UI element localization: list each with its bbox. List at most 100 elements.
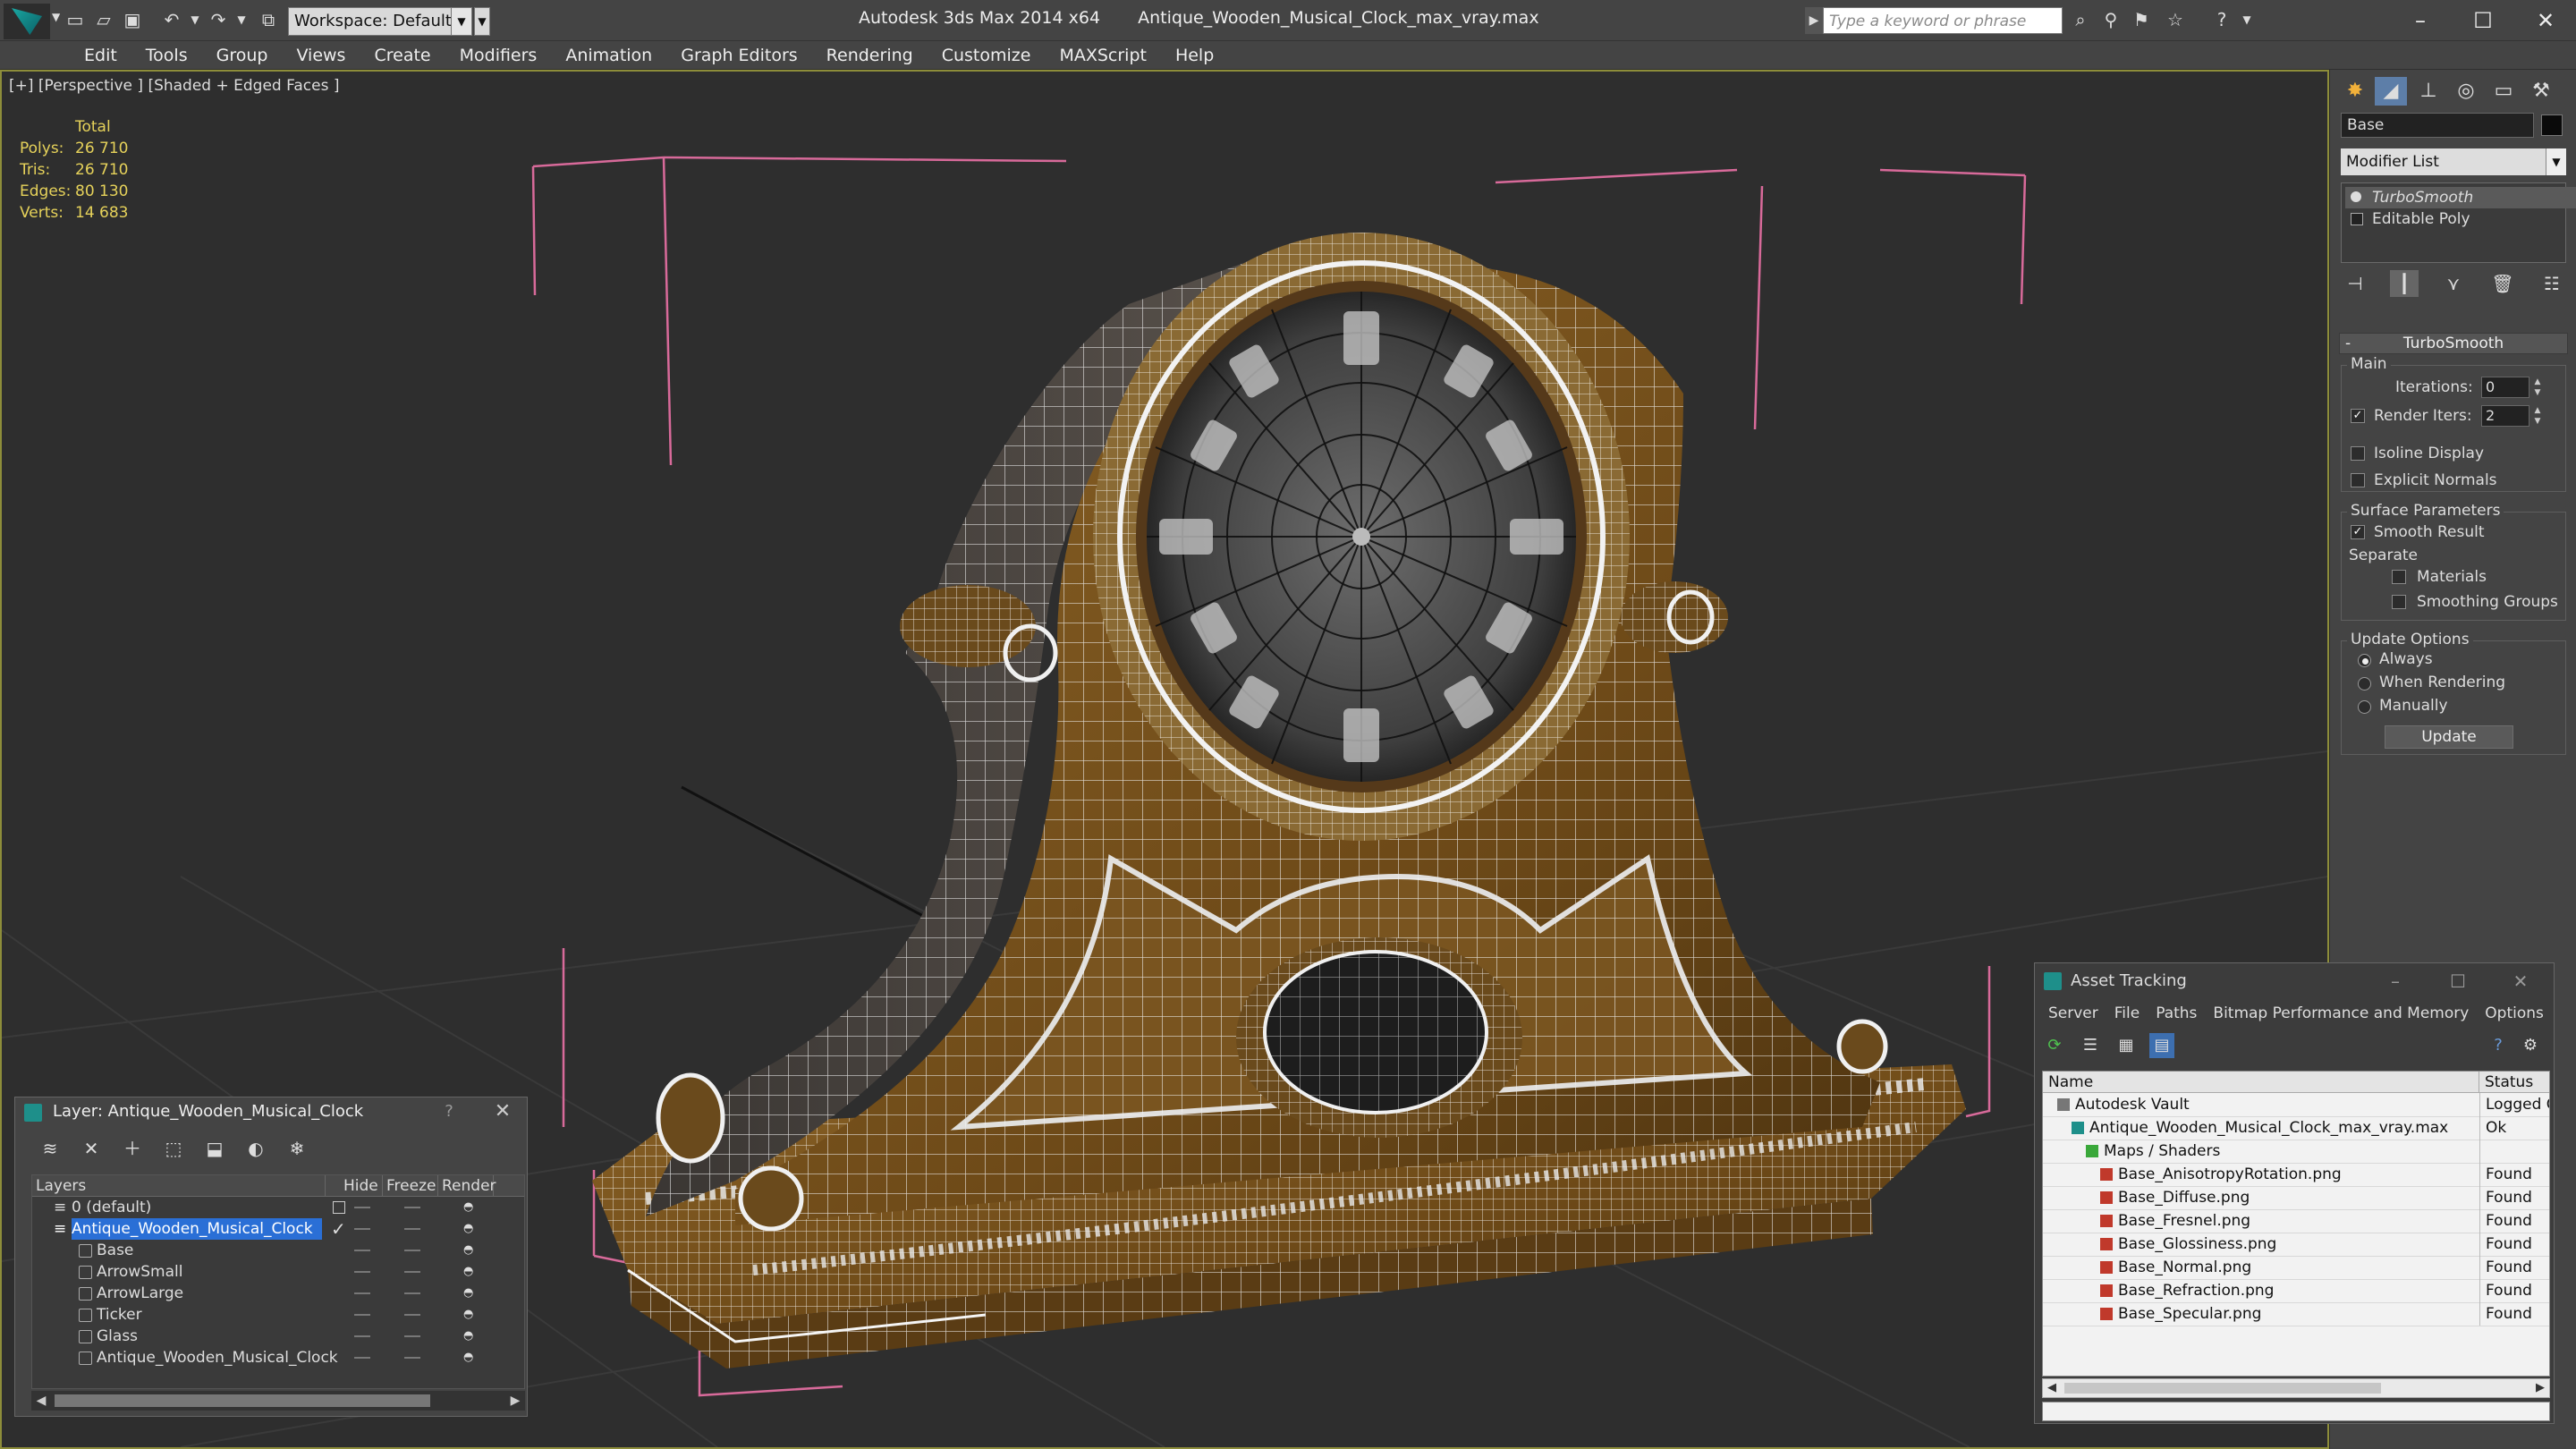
scrollbar-thumb[interactable] (2064, 1383, 2381, 1394)
column-hide[interactable]: Hide (340, 1175, 383, 1197)
menu-tools[interactable]: Tools (131, 41, 202, 69)
workspace-dropdown[interactable]: Workspace: Default ▼ (288, 7, 472, 36)
object-name-field[interactable]: Base (2341, 113, 2534, 138)
horizontal-scrollbar[interactable]: ◀ ▶ (2042, 1378, 2550, 1398)
new-file-icon[interactable]: ▭ (64, 9, 86, 30)
turbosmooth-rollout-header[interactable]: - TurboSmooth (2339, 333, 2568, 354)
menu-maxscript[interactable]: MAXScript (1045, 41, 1161, 69)
menu-edit[interactable]: Edit (70, 41, 131, 69)
minimize-icon[interactable]: – (2394, 4, 2447, 38)
motion-tab-icon[interactable]: ◎ (2450, 77, 2482, 106)
smooth-result-checkbox[interactable]: ✓ (2351, 525, 2365, 539)
binoculars-icon[interactable]: ⌕ (2070, 9, 2091, 30)
hide-toggle[interactable] (354, 1292, 370, 1294)
scroll-right-icon[interactable]: ▶ (2531, 1379, 2549, 1397)
freeze-toggle[interactable] (404, 1335, 420, 1337)
asset-row[interactable]: Base_Refraction.png Found (2043, 1279, 2549, 1303)
list-view-icon[interactable]: ☰ (2078, 1033, 2103, 1058)
object-row[interactable]: ArrowLarge ◓ (32, 1283, 524, 1304)
delete-layer-icon[interactable]: ✕ (74, 1135, 108, 1162)
spinner-arrows-icon[interactable]: ▲ ▼ (2531, 377, 2544, 398)
minimize-icon[interactable]: – (2364, 963, 2427, 999)
asset-row[interactable]: Base_Glossiness.png Found (2043, 1233, 2549, 1257)
modifier-list-dropdown[interactable]: Modifier List ▼ (2341, 148, 2566, 175)
column-status[interactable]: Status (2479, 1072, 2549, 1093)
expand-plus-icon[interactable] (2351, 213, 2363, 225)
render-iters-checkbox[interactable]: ✓ (2351, 409, 2365, 423)
maximize-icon[interactable]: ☐ (2456, 4, 2510, 38)
freeze-toggle[interactable] (404, 1357, 420, 1359)
hide-all-layers-icon[interactable]: ◐ (239, 1135, 273, 1162)
explicit-normals-checkbox[interactable] (2351, 473, 2365, 487)
menu-file[interactable]: File (2106, 999, 2148, 1028)
hide-toggle[interactable] (354, 1357, 370, 1359)
scroll-left-icon[interactable]: ◀ (31, 1391, 51, 1411)
highlight-layer-icon[interactable]: ⬓ (198, 1135, 232, 1162)
object-row[interactable]: ArrowSmall ◓ (32, 1261, 524, 1283)
hide-toggle[interactable] (354, 1228, 370, 1230)
column-layers[interactable]: Layers (32, 1175, 326, 1197)
menu-options[interactable]: Options (2477, 999, 2552, 1028)
asset-row[interactable]: Base_AnisotropyRotation.png Found (2043, 1163, 2549, 1187)
asset-row[interactable]: Base_Diffuse.png Found (2043, 1186, 2549, 1210)
scroll-right-icon[interactable]: ▶ (505, 1391, 525, 1411)
close-icon[interactable]: ✕ (2519, 4, 2572, 38)
render-teapot-icon[interactable]: ◓ (463, 1287, 478, 1300)
asset-row[interactable]: Antique_Wooden_Musical_Clock_max_vray.ma… (2043, 1116, 2549, 1140)
scroll-left-icon[interactable]: ◀ (2043, 1379, 2061, 1397)
always-radio[interactable] (2358, 654, 2371, 667)
display-tab-icon[interactable]: ▭ (2487, 77, 2520, 106)
horizontal-scrollbar[interactable]: ◀ ▶ (31, 1391, 525, 1411)
asset-row[interactable]: Base_Specular.png Found (2043, 1302, 2549, 1326)
render-teapot-icon[interactable]: ◓ (463, 1266, 478, 1278)
undo-icon[interactable]: ↶ (161, 9, 182, 30)
menu-animation[interactable]: Animation (551, 41, 666, 69)
help-button[interactable]: ? (427, 1097, 471, 1126)
menu-customize[interactable]: Customize (928, 41, 1046, 69)
freeze-toggle[interactable] (404, 1314, 420, 1316)
viewport-label[interactable]: [+] [Perspective ] [Shaded + Edged Faces… (9, 77, 339, 95)
menu-graph-editors[interactable]: Graph Editors (666, 41, 811, 69)
communication-center-icon[interactable]: ⚑ (2131, 9, 2152, 30)
when-rendering-radio[interactable] (2358, 677, 2371, 691)
refresh-icon[interactable]: ⟳ (2042, 1033, 2067, 1058)
freeze-toggle[interactable] (404, 1292, 420, 1294)
menu-group[interactable]: Group (202, 41, 283, 69)
app-menu-arrow-icon[interactable]: ▼ (52, 11, 60, 23)
app-logo-icon[interactable] (4, 4, 50, 39)
column-render[interactable]: Render (438, 1175, 496, 1197)
show-end-result-icon[interactable]: ┃ (2390, 270, 2419, 297)
help-icon[interactable]: ? (2211, 9, 2233, 30)
hierarchy-tab-icon[interactable]: ⊥ (2412, 77, 2445, 106)
remove-modifier-icon[interactable]: 🗑 (2488, 270, 2517, 297)
column-name[interactable]: Name (2043, 1072, 2479, 1093)
render-iters-spinner[interactable]: 2 (2481, 405, 2529, 427)
menu-help[interactable]: Help (1161, 41, 1228, 69)
select-objects-icon[interactable]: ⬚ (157, 1135, 191, 1162)
redo-icon[interactable]: ↷ (208, 9, 229, 30)
manually-radio[interactable] (2358, 700, 2371, 714)
asset-row[interactable]: Base_Fresnel.png Found (2043, 1209, 2549, 1233)
object-color-swatch[interactable] (2541, 114, 2563, 136)
open-file-icon[interactable]: ▱ (93, 9, 114, 30)
menu-create[interactable]: Create (360, 41, 445, 69)
render-teapot-icon[interactable]: ◓ (463, 1244, 478, 1257)
freeze-toggle[interactable] (404, 1228, 420, 1230)
favorites-star-icon[interactable]: ☆ (2165, 9, 2186, 30)
undo-dropdown-icon[interactable]: ▼ (184, 9, 206, 30)
spinner-arrows-icon[interactable]: ▲ ▼ (2531, 405, 2544, 427)
project-folder-icon[interactable]: ⧉ (258, 9, 279, 30)
layer-row[interactable]: ≡ 0 (default) ◓ (32, 1197, 524, 1218)
redo-dropdown-icon[interactable]: ▼ (231, 9, 252, 30)
settings-icon[interactable]: ⚙ (2518, 1033, 2543, 1058)
thumbnail-view-icon[interactable]: ▦ (2114, 1033, 2139, 1058)
create-tab-icon[interactable]: ✸ (2339, 77, 2371, 106)
freeze-toggle[interactable] (404, 1207, 420, 1208)
asset-row[interactable]: Base_Normal.png Found (2043, 1256, 2549, 1280)
hide-toggle[interactable] (354, 1250, 370, 1251)
render-teapot-icon[interactable]: ◓ (463, 1330, 478, 1343)
update-button[interactable]: Update (2385, 725, 2513, 749)
utilities-tab-icon[interactable]: ⚒ (2525, 77, 2557, 106)
menu-views[interactable]: Views (282, 41, 360, 69)
menu-rendering[interactable]: Rendering (812, 41, 928, 69)
